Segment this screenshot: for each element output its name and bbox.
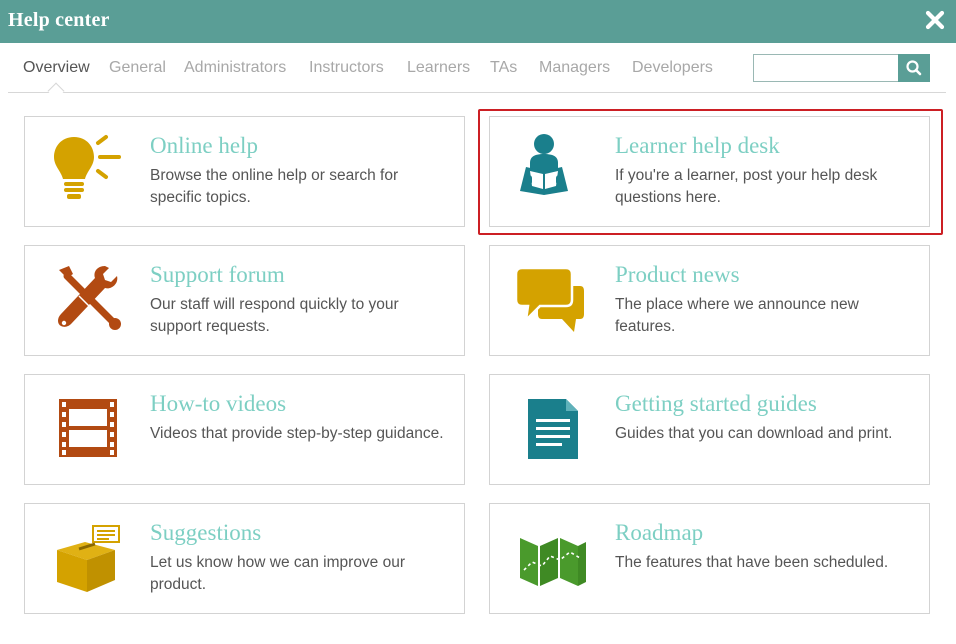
- card-roadmap[interactable]: Roadmap The features that have been sche…: [489, 503, 930, 614]
- card-description: Our staff will respond quickly to your s…: [150, 296, 399, 335]
- card-description: The features that have been scheduled.: [615, 554, 889, 571]
- dialog-title: Help center: [8, 9, 110, 31]
- tools-icon: [49, 262, 125, 338]
- card-description: The place where we announce new features…: [615, 296, 859, 335]
- card-description: If you're a learner, post your help desk…: [615, 167, 878, 206]
- card-getting-started-guides[interactable]: Getting started guides Guides that you c…: [489, 374, 930, 485]
- card-description: Videos that provide step-by-step guidanc…: [150, 425, 444, 442]
- card-product-news[interactable]: Product news The place where we announce…: [489, 245, 930, 356]
- search-box: [753, 54, 930, 82]
- lightbulb-icon: [49, 133, 125, 209]
- tab-instructors[interactable]: Instructors: [309, 59, 384, 77]
- suggestion-box-icon: [49, 520, 125, 596]
- card-title: Getting started guides: [615, 391, 817, 416]
- card-online-help[interactable]: Online help Browse the online help or se…: [24, 116, 465, 227]
- tab-developers[interactable]: Developers: [632, 59, 713, 77]
- card-description: Browse the online help or search for spe…: [150, 167, 399, 206]
- close-icon[interactable]: [924, 9, 946, 31]
- tab-learners[interactable]: Learners: [407, 59, 470, 77]
- card-title: Roadmap: [615, 520, 704, 545]
- tab-general[interactable]: General: [109, 59, 166, 77]
- card-title: Suggestions: [150, 520, 262, 545]
- tab-managers[interactable]: Managers: [539, 59, 610, 77]
- active-tab-caret: [47, 82, 65, 100]
- card-title: Learner help desk: [615, 133, 780, 158]
- card-support-forum[interactable]: Support forum Our staff will respond qui…: [24, 245, 465, 356]
- title-bar: Help center: [0, 0, 956, 43]
- search-button[interactable]: [898, 54, 930, 82]
- search-input[interactable]: [753, 54, 898, 82]
- card-learner-help-desk[interactable]: Learner help desk If you're a learner, p…: [489, 116, 930, 227]
- tab-overview[interactable]: Overview: [23, 59, 90, 77]
- tab-administrators[interactable]: Administrators: [184, 59, 286, 77]
- chat-bubbles-icon: [514, 262, 590, 338]
- card-description: Guides that you can download and print.: [615, 425, 893, 442]
- card-title: Product news: [615, 262, 740, 287]
- card-description: Let us know how we can improve our produ…: [150, 554, 406, 593]
- tab-tas[interactable]: TAs: [490, 59, 517, 77]
- film-strip-icon: [49, 391, 125, 467]
- card-suggestions[interactable]: Suggestions Let us know how we can impro…: [24, 503, 465, 614]
- card-how-to-videos[interactable]: How-to videos Videos that provide step-b…: [24, 374, 465, 485]
- help-center-dialog: Help center Overview General Administrat…: [0, 0, 956, 644]
- document-icon: [514, 391, 590, 467]
- card-title: How-to videos: [150, 391, 287, 416]
- search-icon: [906, 60, 922, 76]
- reader-icon: [514, 133, 590, 209]
- card-title: Support forum: [150, 262, 285, 287]
- card-title: Online help: [150, 133, 258, 158]
- map-icon: [514, 520, 590, 596]
